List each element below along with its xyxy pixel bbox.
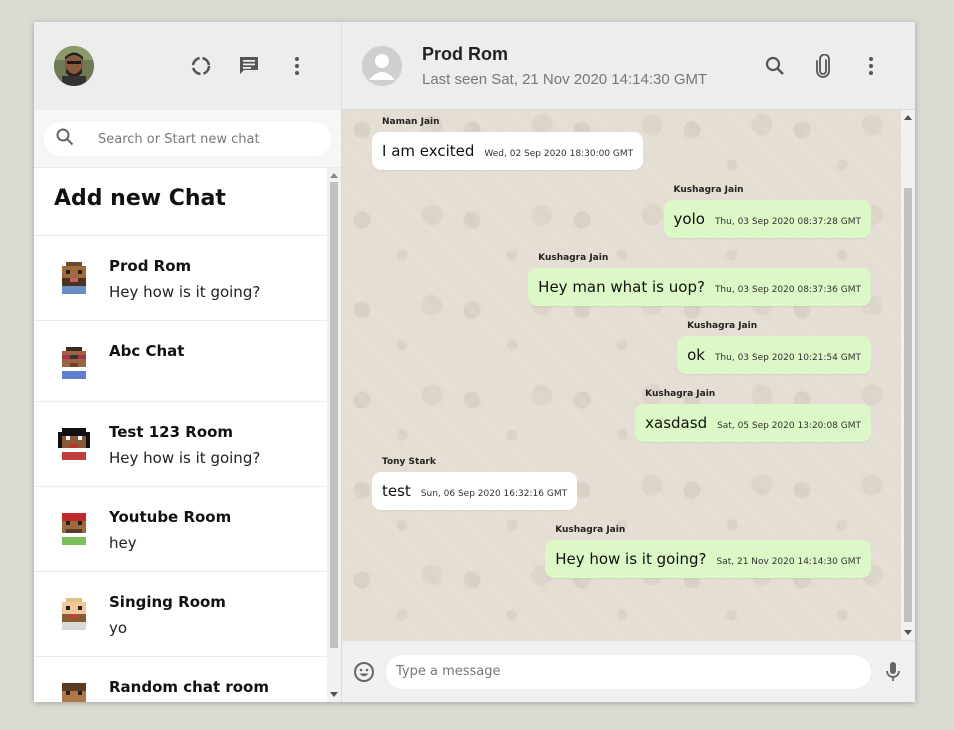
message-input[interactable] — [396, 664, 871, 679]
message-text: xasdasd — [645, 414, 708, 432]
pixel-avatar-dark-hair-icon — [54, 424, 94, 464]
chat-item-random-chat-room[interactable]: Random chat room — [34, 657, 328, 702]
attach-icon[interactable] — [799, 54, 847, 78]
menu-icon[interactable] — [847, 54, 895, 78]
message-author: Kushagra Jain — [555, 525, 626, 535]
message-time: Thu, 03 Sep 2020 08:37:36 GMT — [714, 285, 861, 295]
chat-item-singing-room[interactable]: Singing Room yo — [34, 572, 328, 657]
menu-icon[interactable] — [273, 54, 321, 78]
chat-panel: Prod Rom Last seen Sat, 21 Nov 2020 14:1… — [342, 22, 915, 702]
message-time: Thu, 03 Sep 2020 10:21:54 GMT — [714, 353, 861, 363]
last-seen-text: Last seen Sat, 21 Nov 2020 14:14:30 GMT — [422, 70, 708, 88]
message-bubble[interactable]: Hey man what is uop? Thu, 03 Sep 2020 08… — [528, 268, 871, 306]
search-icon[interactable] — [751, 54, 799, 78]
scroll-down-arrow-icon[interactable] — [904, 630, 912, 635]
scroll-up-arrow-icon[interactable] — [904, 115, 912, 120]
chat-item-name: Random chat room — [109, 678, 269, 696]
chat-item-test-123-room[interactable]: Test 123 Room Hey how is it going? — [34, 402, 328, 487]
status-icon[interactable] — [177, 54, 225, 78]
message-author: Kushagra Jain — [645, 389, 716, 399]
mic-icon[interactable] — [881, 660, 905, 684]
chat-item-name: Youtube Room — [109, 508, 232, 526]
pixel-avatar-red-cap-icon — [54, 509, 94, 549]
pixel-avatar-blonde-beard-icon — [54, 594, 94, 634]
emoji-icon[interactable] — [352, 660, 376, 684]
chat-item-last-message: Hey how is it going? — [109, 283, 261, 301]
chat-scrollbar[interactable] — [901, 110, 915, 640]
message-bubble[interactable]: I am excited Wed, 02 Sep 2020 18:30:00 G… — [372, 132, 644, 170]
message: Kushagra Jain Hey how is it going? Sat, … — [545, 525, 871, 578]
message-text: Hey man what is uop? — [538, 278, 705, 296]
chat-list-area: Add new Chat Prod Rom Hey how is it goin… — [34, 168, 341, 702]
message-author: Tony Stark — [382, 457, 436, 467]
message-time: Sat, 05 Sep 2020 13:20:08 GMT — [717, 421, 861, 431]
chat-item-prod-rom[interactable]: Prod Rom Hey how is it going? — [34, 236, 328, 321]
message-bubble[interactable]: yolo Thu, 03 Sep 2020 08:37:28 GMT — [663, 200, 871, 238]
message-bubble[interactable]: Hey how is it going? Sat, 21 Nov 2020 14… — [545, 540, 871, 578]
chat-item-name: Abc Chat — [109, 342, 185, 360]
chat-title: Prod Rom — [422, 43, 509, 64]
message-text: test — [382, 482, 411, 500]
message-text: yolo — [673, 210, 705, 228]
search-box — [44, 122, 331, 156]
search-bar — [34, 110, 341, 168]
message-bubble[interactable]: xasdasd Sat, 05 Sep 2020 13:20:08 GMT — [635, 404, 871, 442]
scrollbar-thumb[interactable] — [904, 188, 912, 622]
chat-item-last-message: Hey how is it going? — [109, 449, 261, 467]
message-time: Sun, 06 Sep 2020 16:32:16 GMT — [420, 489, 568, 499]
add-new-chat[interactable]: Add new Chat — [34, 168, 328, 236]
message-author: Kushagra Jain — [538, 253, 609, 263]
message-time: Wed, 02 Sep 2020 18:30:00 GMT — [484, 149, 634, 159]
contact-avatar-icon[interactable] — [362, 45, 402, 86]
chat-item-name: Test 123 Room — [109, 423, 234, 441]
chat-item-name: Singing Room — [109, 593, 226, 611]
chat-item-last-message: hey — [109, 534, 137, 552]
pixel-avatar-glasses-icon — [54, 343, 94, 383]
message: Kushagra Jain ok Thu, 03 Sep 2020 10:21:… — [677, 321, 871, 374]
app-window: Add new Chat Prod Ro — [34, 22, 915, 702]
user-avatar[interactable] — [54, 46, 94, 86]
message-text: I am excited — [382, 142, 475, 160]
message-time: Sat, 21 Nov 2020 14:14:30 GMT — [716, 557, 861, 567]
message-list: Naman Jain I am excited Wed, 02 Sep 2020… — [342, 110, 901, 640]
pixel-avatar-bald-beard-icon — [54, 258, 94, 298]
chat-item-abc-chat[interactable]: Abc Chat — [34, 321, 328, 402]
chat-body: Naman Jain I am excited Wed, 02 Sep 2020… — [342, 110, 915, 640]
chat-header: Prod Rom Last seen Sat, 21 Nov 2020 14:1… — [342, 22, 915, 110]
message-composer — [342, 640, 915, 702]
message-bubble[interactable]: ok Thu, 03 Sep 2020 10:21:54 GMT — [677, 336, 871, 374]
chat-item-youtube-room[interactable]: Youtube Room hey — [34, 487, 328, 572]
message: Tony Stark test Sun, 06 Sep 2020 16:32:1… — [372, 457, 578, 510]
scrollbar-thumb[interactable] — [330, 182, 338, 648]
message-text: ok — [687, 346, 705, 364]
message-author: Kushagra Jain — [687, 321, 758, 331]
chat-item-last-message: yo — [109, 619, 128, 637]
message-text: Hey how is it going? — [555, 550, 707, 568]
sidebar-scrollbar[interactable] — [327, 168, 341, 702]
pixel-avatar-brown-hair-icon — [54, 679, 94, 702]
sidebar-header — [34, 22, 341, 110]
message-author: Kushagra Jain — [673, 185, 744, 195]
message: Kushagra Jain yolo Thu, 03 Sep 2020 08:3… — [663, 185, 871, 238]
message: Kushagra Jain xasdasd Sat, 05 Sep 2020 1… — [635, 389, 871, 442]
scroll-up-arrow-icon[interactable] — [330, 173, 338, 178]
add-new-chat-label: Add new Chat — [54, 186, 226, 211]
search-input[interactable] — [98, 131, 298, 147]
search-icon — [56, 128, 74, 150]
message-author: Naman Jain — [382, 117, 440, 127]
message: Kushagra Jain Hey man what is uop? Thu, … — [528, 253, 871, 306]
message-time: Thu, 03 Sep 2020 08:37:28 GMT — [714, 217, 861, 227]
chat-item-name: Prod Rom — [109, 257, 192, 275]
message-input-box — [386, 654, 871, 689]
chat-list: Add new Chat Prod Rom Hey how is it goin… — [34, 168, 328, 702]
new-chat-icon[interactable] — [225, 54, 273, 78]
message: Naman Jain I am excited Wed, 02 Sep 2020… — [372, 117, 644, 170]
scroll-down-arrow-icon[interactable] — [330, 692, 338, 697]
message-bubble[interactable]: test Sun, 06 Sep 2020 16:32:16 GMT — [372, 472, 578, 510]
sidebar: Add new Chat Prod Ro — [34, 22, 342, 702]
